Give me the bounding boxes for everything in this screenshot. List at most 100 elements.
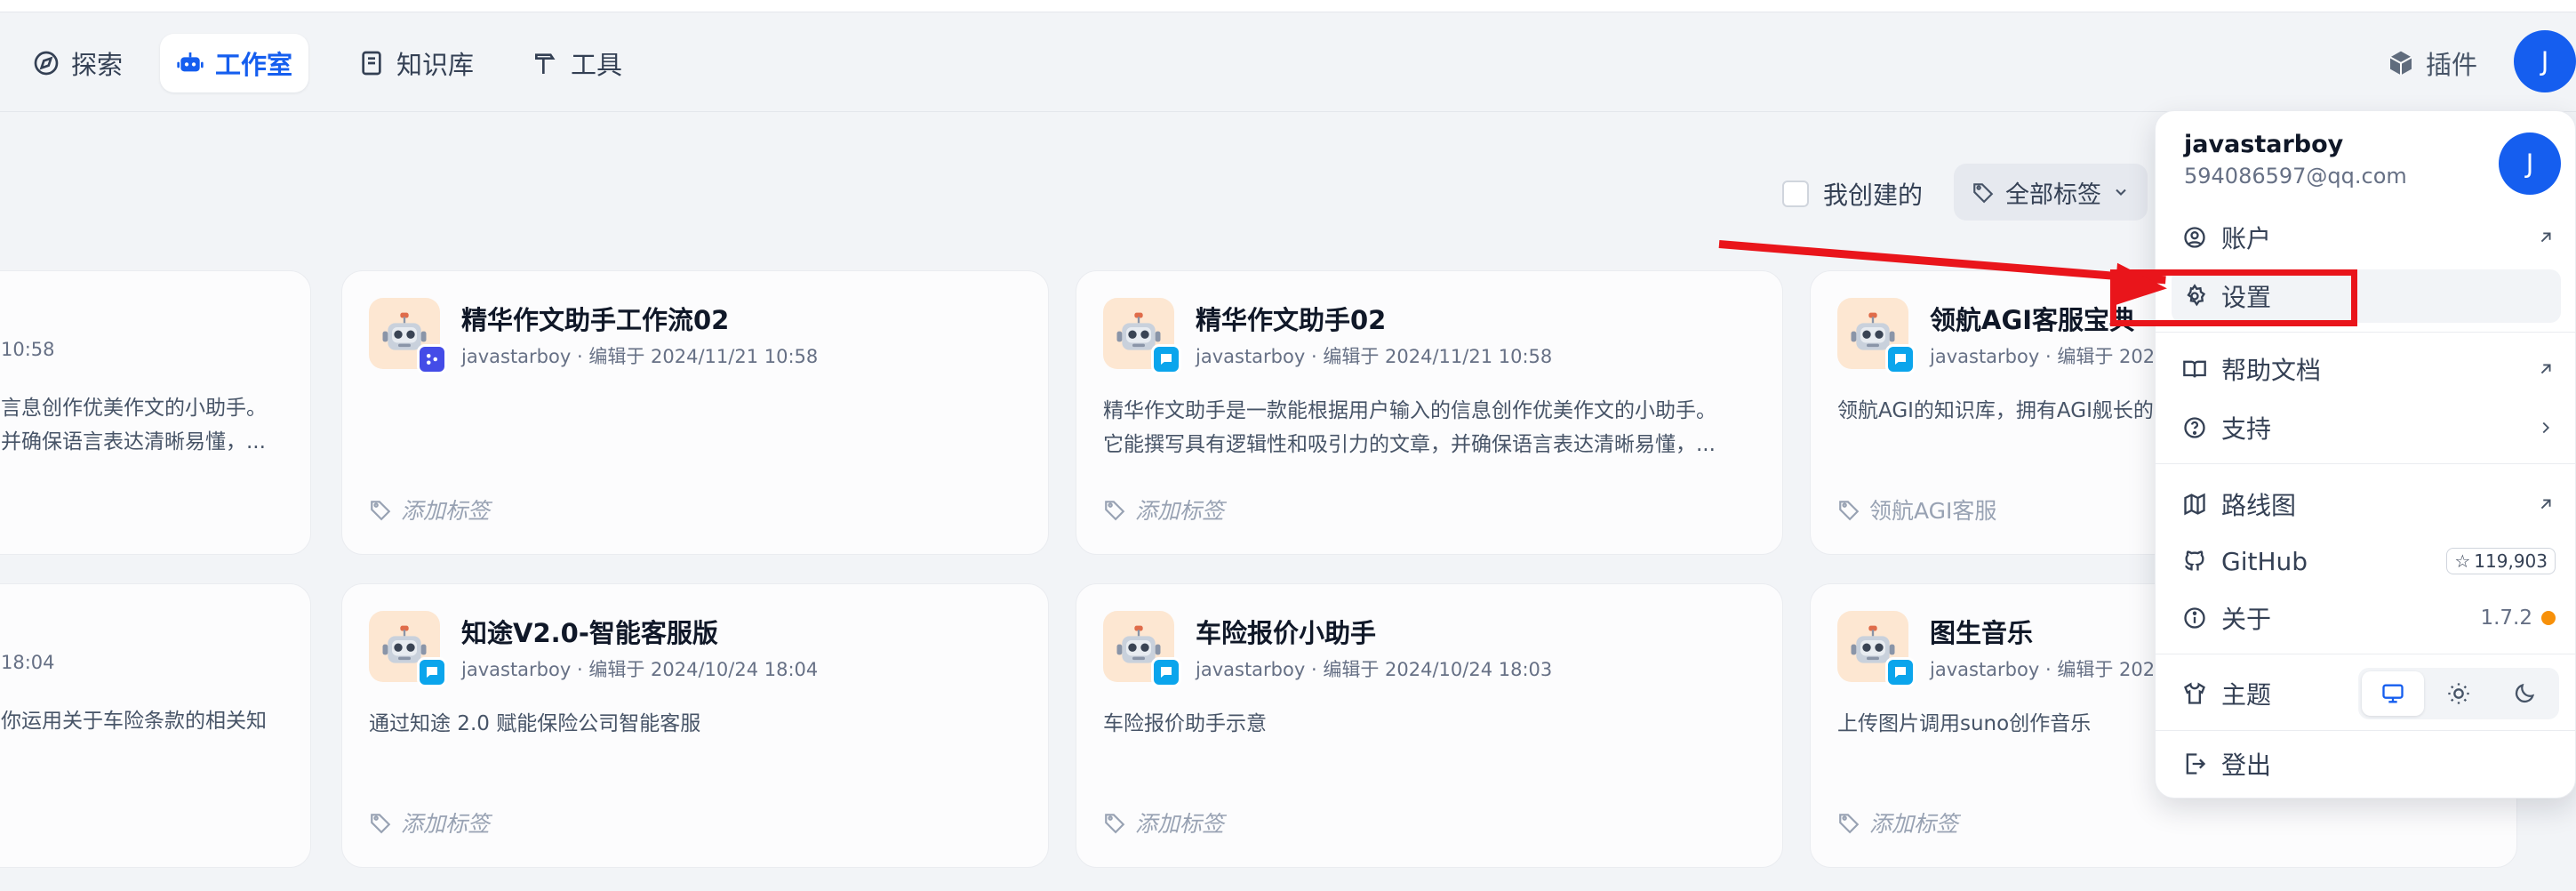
app-author: javastarboy	[461, 659, 572, 680]
nav-studio-label: 工作室	[215, 50, 293, 80]
menu-divider	[2156, 730, 2576, 731]
card-desc-line: 并确保语言表达清晰易懂，...	[1, 430, 266, 454]
tag-icon	[371, 501, 391, 521]
app-meta: javastarboy · 编辑于 2024/10/24 18:04	[461, 655, 818, 682]
app-edited-time: 编辑于 2024/11/21 10:58	[1323, 346, 1553, 367]
app-type-badge	[417, 657, 447, 687]
app-meta: javastarboy · 编辑于 2024/11/21 10:58	[461, 342, 818, 369]
plugins-button[interactable]: 插件	[2387, 44, 2477, 82]
app-title: 知途V2.0-智能客服版	[461, 618, 718, 648]
menu-item-github[interactable]: GitHub ☆ 119,903	[2156, 534, 2576, 588]
external-link-icon	[2536, 359, 2556, 379]
menu-item-help-docs[interactable]: 帮助文档	[2156, 342, 2576, 396]
app-tag-button[interactable]: 添加标签	[1103, 807, 1224, 839]
app-card-partial[interactable]: 18:04 你运用关于车险条款的相关知 添加标签	[0, 583, 311, 868]
user-avatar-button[interactable]: J	[2514, 30, 2576, 92]
app-author: javastarboy	[1930, 346, 2040, 367]
app-tag-label: 领航AGI客服	[1869, 498, 1997, 524]
menu-item-about[interactable]: 关于 1.7.2	[2156, 591, 2576, 645]
nav-knowledge[interactable]: 知识库	[341, 34, 490, 92]
meta-separator: ·	[576, 659, 583, 680]
app-tag-button[interactable]: 领航AGI客服	[1837, 494, 1996, 526]
avatar-initial: J	[2540, 46, 2549, 76]
tag-icon	[1973, 183, 1994, 204]
app-tag-button[interactable]: 添加标签	[369, 494, 490, 526]
menu-roadmap-label: 路线图	[2221, 491, 2297, 520]
app-edited-time: 编辑于 2024/11/21 10:58	[588, 346, 819, 367]
app-tag-button[interactable]: 添加标签	[1837, 807, 1958, 839]
external-link-icon	[2536, 494, 2556, 514]
theme-system-button[interactable]	[2362, 671, 2424, 716]
menu-item-logout[interactable]: 登出	[2156, 737, 2576, 791]
nav-explore[interactable]: 探索	[16, 34, 139, 92]
app-desc-line: 车险报价助手示意	[1103, 712, 1267, 735]
created-by-me-checkbox[interactable]	[1782, 181, 1809, 207]
external-link-icon	[2536, 228, 2556, 247]
app-desc-line: 它能撰写具有逻辑性和吸引力的文章，并确保语言表达清晰易懂，...	[1103, 433, 1716, 456]
app-type-badge	[417, 344, 447, 374]
menu-github-label: GitHub	[2221, 546, 2308, 576]
app-desc-line: 通过知途 2.0 赋能保险公司智能客服	[369, 712, 701, 735]
theme-dark-button[interactable]	[2493, 671, 2556, 716]
moon-icon	[2515, 683, 2535, 703]
tag-icon	[1105, 501, 1125, 521]
app-tag-label: 添加标签	[401, 498, 491, 524]
star-icon: ☆	[2454, 550, 2471, 572]
nav-tools[interactable]: 工具	[516, 34, 638, 92]
tag-filter-dropdown[interactable]: 全部标签	[1954, 164, 2148, 221]
menu-item-support[interactable]: 支持	[2156, 401, 2576, 454]
annotation-highlight-box	[2110, 269, 2357, 326]
app-card[interactable]: 精华作文助手02 javastarboy · 编辑于 2024/11/21 10:…	[1076, 270, 1783, 555]
tag-filter-label: 全部标签	[2005, 181, 2101, 209]
app-card[interactable]: 知途V2.0-智能客服版 javastarboy · 编辑于 2024/10/24…	[341, 583, 1049, 868]
app-card[interactable]: 精华作文助手工作流02 javastarboy · 编辑于 2024/11/21 …	[341, 270, 1049, 555]
meta-separator: ·	[1310, 659, 1317, 680]
monitor-icon	[2382, 684, 2404, 703]
menu-divider	[2156, 332, 2576, 333]
app-edited-time: 编辑于 2024/10/24 18:04	[588, 659, 819, 680]
nav-explore-label: 探索	[71, 50, 124, 80]
app-tag-button[interactable]: 添加标签	[1103, 494, 1224, 526]
app-title: 图生音乐	[1930, 618, 2034, 648]
tag-icon	[1839, 814, 1860, 834]
menu-logout-label: 登出	[2221, 751, 2272, 780]
github-icon	[2185, 550, 2204, 571]
chat-bubble-icon	[427, 667, 437, 678]
filter-created-by-me[interactable]: 我创建的	[1782, 176, 1923, 212]
app-author: javastarboy	[461, 346, 572, 367]
menu-help-label: 帮助文档	[2221, 356, 2322, 385]
meta-separator: ·	[2044, 659, 2052, 680]
app-author: javastarboy	[1196, 346, 1306, 367]
shirt-icon	[2184, 682, 2205, 704]
open-book-icon	[2183, 360, 2206, 378]
app-card-partial[interactable]: 10:58 言息创作优美作文的小助手。 并确保语言表达清晰易懂，... 添加标签	[0, 270, 311, 555]
app-title: 车险报价小助手	[1196, 618, 1377, 648]
theme-switcher	[2358, 668, 2559, 719]
app-tag-label: 添加标签	[401, 811, 491, 837]
menu-divider	[2156, 463, 2576, 464]
menu-item-theme: 主题	[2156, 664, 2576, 723]
menu-avatar-initial: J	[2525, 148, 2534, 179]
nav-knowledge-label: 知识库	[396, 50, 475, 80]
meta-separator: ·	[2044, 346, 2052, 367]
card-desc-line: 言息创作优美作文的小助手。	[1, 397, 267, 420]
nav-studio[interactable]: 工作室	[160, 34, 309, 92]
menu-email: 594086597@qq.com	[2184, 164, 2407, 189]
top-nav-bar: 探索 工作室 知识库 工具 插件 J	[0, 12, 2576, 112]
chat-bubble-icon	[1161, 667, 1172, 678]
theme-light-button[interactable]	[2428, 671, 2490, 716]
menu-item-roadmap[interactable]: 路线图	[2156, 478, 2576, 531]
menu-item-account[interactable]: 账户	[2156, 211, 2576, 264]
workflow-icon	[427, 354, 437, 365]
app-card[interactable]: 车险报价小助手 javastarboy · 编辑于 2024/10/24 18:0…	[1076, 583, 1783, 868]
app-tag-label: 添加标签	[1135, 811, 1225, 837]
app-edited-time: 编辑于 2024	[2057, 346, 2167, 367]
app-tag-button[interactable]: 添加标签	[369, 807, 490, 839]
app-type-badge	[1885, 344, 1916, 374]
tag-icon	[1105, 814, 1125, 834]
app-tag-label: 添加标签	[1135, 498, 1225, 524]
card-desc-line: 你运用关于车险条款的相关知	[1, 710, 267, 733]
app-description: 通过知途 2.0 赋能保险公司智能客服	[369, 707, 1027, 741]
app-meta: javastarboy · 编辑于 2024	[1930, 342, 2166, 369]
map-icon	[2184, 493, 2205, 516]
